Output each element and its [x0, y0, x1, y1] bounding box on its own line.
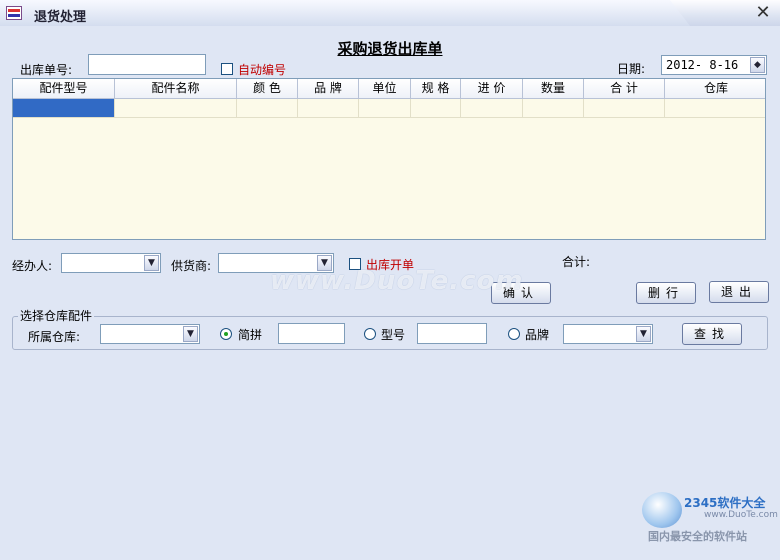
column-header[interactable]: 进 价 [461, 79, 523, 98]
logo-url: www.DuoTe.com [704, 510, 778, 520]
order-no-input[interactable] [88, 54, 206, 75]
site-logo: 2345软件大全 www.DuoTe.com 国内最安全的软件站 [640, 488, 778, 548]
table-cell[interactable] [411, 99, 461, 117]
search-button[interactable]: 查找 [682, 323, 742, 345]
chevron-down-icon[interactable]: ▼ [183, 326, 198, 342]
warehouse-combo[interactable]: ▼ [100, 324, 200, 344]
app-icon [6, 6, 22, 20]
brand-label: 品牌 [525, 328, 550, 342]
column-header[interactable]: 合 计 [584, 79, 665, 98]
supplier-label: 供货商: [171, 259, 212, 273]
column-header[interactable]: 单位 [359, 79, 411, 98]
table-cell[interactable] [584, 99, 665, 117]
mascot-icon [642, 492, 682, 528]
column-header[interactable]: 规 格 [411, 79, 461, 98]
title-tab [0, 0, 690, 26]
handler-combo[interactable]: ▼ [61, 253, 161, 273]
handler-label: 经办人: [12, 259, 53, 273]
table-cell[interactable] [359, 99, 411, 117]
logo-slogan: 国内最安全的软件站 [648, 530, 747, 543]
table-cell[interactable] [523, 99, 584, 117]
warehouse-group-title: 选择仓库配件 [18, 307, 95, 324]
auto-number-checkbox[interactable] [221, 63, 233, 75]
table-cell[interactable] [665, 99, 765, 117]
date-spin-icon[interactable]: ◆ [750, 57, 765, 73]
brand-combo[interactable]: ▼ [563, 324, 653, 344]
window-title: 退货处理 [34, 10, 87, 25]
window: 退货处理 ✕ 采购退货出库单 出库单号: 自动编号 日期: 2012- 8-16… [0, 0, 780, 560]
close-icon[interactable]: ✕ [752, 3, 774, 23]
column-header[interactable]: 颜 色 [237, 79, 298, 98]
table-cell[interactable] [13, 99, 115, 117]
date-picker[interactable]: 2012- 8-16 ◆ [661, 55, 767, 75]
table-cell[interactable] [237, 99, 298, 117]
date-label: 日期: [617, 62, 646, 76]
model-input[interactable] [417, 323, 487, 344]
title-bar: 退货处理 ✕ [0, 0, 780, 26]
grid-header: 配件型号 配件名称 颜 色 品 牌 单位 规 格 进 价 数量 合 计 仓库 [13, 79, 765, 99]
table-cell[interactable] [298, 99, 359, 117]
column-header[interactable]: 数量 [523, 79, 584, 98]
model-radio[interactable] [364, 328, 376, 340]
warehouse-label: 所属仓库: [28, 330, 81, 344]
column-header[interactable]: 仓库 [665, 79, 765, 98]
pinyin-input[interactable] [278, 323, 345, 344]
logo-brand: 2345软件大全 [684, 496, 766, 510]
pinyin-label: 简拼 [238, 328, 263, 342]
table-cell[interactable] [115, 99, 237, 117]
total-label: 合计: [562, 255, 591, 269]
delete-row-button[interactable]: 删行 [636, 282, 696, 304]
table-row[interactable] [13, 99, 765, 118]
watermark: www.DuoTe.com [270, 266, 524, 296]
order-no-label: 出库单号: [20, 63, 73, 77]
date-value: 2012- 8-16 [666, 58, 739, 72]
table-cell[interactable] [461, 99, 523, 117]
chevron-down-icon[interactable]: ▼ [636, 326, 651, 342]
column-header[interactable]: 配件名称 [115, 79, 237, 98]
items-grid[interactable]: 配件型号 配件名称 颜 色 品 牌 单位 规 格 进 价 数量 合 计 仓库 [12, 78, 766, 240]
column-header[interactable]: 品 牌 [298, 79, 359, 98]
model-label: 型号 [381, 328, 406, 342]
brand-radio[interactable] [508, 328, 520, 340]
column-header[interactable]: 配件型号 [13, 79, 115, 98]
exit-button[interactable]: 退出 [709, 281, 769, 303]
chevron-down-icon[interactable]: ▼ [144, 255, 159, 271]
auto-number-label: 自动编号 [238, 63, 287, 77]
pinyin-radio[interactable] [220, 328, 232, 340]
